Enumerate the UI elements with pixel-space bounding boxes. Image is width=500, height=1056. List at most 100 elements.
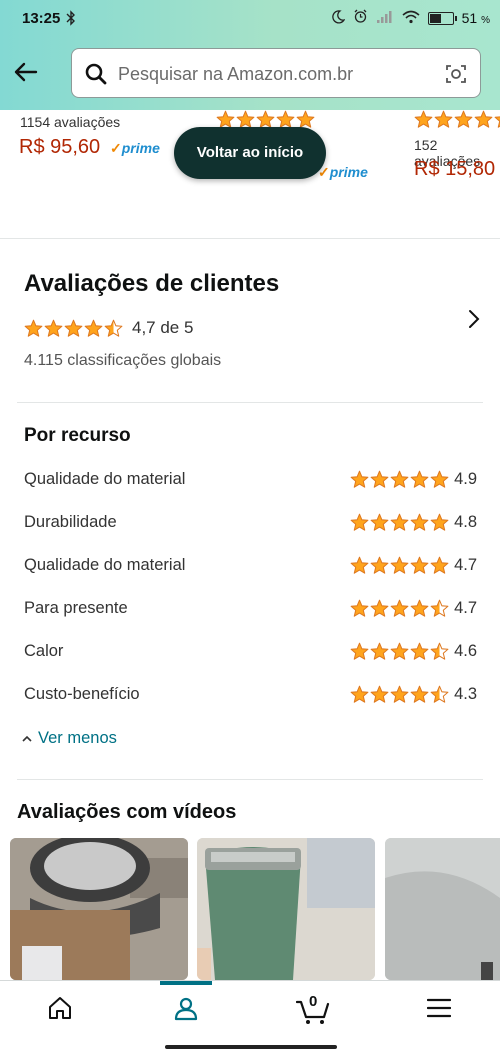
star-icon <box>414 110 433 129</box>
star-icon <box>410 642 429 661</box>
star-icon <box>410 556 429 575</box>
back-arrow-icon[interactable] <box>12 58 40 86</box>
gesture-bar <box>165 1045 337 1049</box>
star-icon <box>430 513 449 532</box>
divider <box>17 779 483 780</box>
cart-count: 0 <box>309 993 318 1010</box>
star-icon <box>430 599 449 618</box>
star-icon <box>370 642 389 661</box>
star-icon <box>104 319 123 338</box>
camera-icon[interactable] <box>444 62 468 91</box>
alarm-icon <box>353 9 368 27</box>
star-icon <box>434 110 453 129</box>
star-icon <box>350 599 369 618</box>
overall-rating[interactable]: 4,7 de 5 <box>24 318 193 338</box>
reviews-title: Avaliações de clientes <box>24 270 280 297</box>
star-icon <box>350 470 369 489</box>
wifi-icon <box>402 10 420 27</box>
battery-icon <box>427 11 457 25</box>
moon-icon <box>331 9 346 27</box>
star-icon <box>390 470 409 489</box>
star-icon <box>350 513 369 532</box>
feature-stars <box>350 513 450 532</box>
feature-stars <box>350 642 450 661</box>
prime-badge: ✓prime <box>110 140 160 156</box>
star-icon <box>390 513 409 532</box>
feature-value: 4.7 <box>454 556 477 574</box>
star-icon <box>390 599 409 618</box>
see-less-label: Ver menos <box>38 729 117 747</box>
global-ratings-count: 4.115 classificações globais <box>24 352 222 369</box>
feature-value: 4.6 <box>454 642 477 660</box>
nav-home[interactable] <box>20 981 100 1039</box>
star-icon <box>430 470 449 489</box>
video-thumbnail[interactable] <box>385 838 500 980</box>
feature-row: Calor 4.6 <box>24 638 480 668</box>
by-feature-title: Por recurso <box>24 425 131 446</box>
battery-percent: 51 % <box>461 10 490 26</box>
status-bar: 13:25 51 % <box>0 0 500 38</box>
feature-name: Qualidade do material <box>24 470 186 488</box>
cart-icon: 0 <box>295 993 330 1025</box>
feature-name: Para presente <box>24 599 128 617</box>
star-icon <box>370 685 389 704</box>
prime-badge: ✓prime <box>318 164 368 180</box>
bluetooth-icon <box>66 10 76 30</box>
star-icon <box>494 110 500 129</box>
nav-account[interactable] <box>146 981 226 1039</box>
product-stars <box>414 110 500 129</box>
feature-name: Qualidade do material <box>24 556 186 574</box>
search-input[interactable] <box>116 59 440 89</box>
feature-row: Para presente 4.7 <box>24 595 480 625</box>
star-icon <box>370 470 389 489</box>
video-thumbnail[interactable] <box>10 838 188 980</box>
star-icon <box>430 556 449 575</box>
star-icon <box>390 642 409 661</box>
chevron-up-icon <box>22 729 32 748</box>
product-price[interactable]: R$ 95,60 <box>19 136 100 159</box>
feature-name: Calor <box>24 642 64 660</box>
star-icon <box>370 599 389 618</box>
feature-value: 4.3 <box>454 685 477 703</box>
star-icon <box>370 513 389 532</box>
status-time: 13:25 <box>22 10 61 27</box>
status-icons: 51 % <box>331 9 490 27</box>
divider <box>17 402 483 403</box>
home-icon <box>47 995 73 1026</box>
rating-text: 4,7 de 5 <box>132 318 194 337</box>
chevron-right-icon[interactable] <box>466 309 482 334</box>
video-thumbnail[interactable] <box>197 838 375 980</box>
back-to-top-button[interactable]: Voltar ao início <box>174 127 326 179</box>
video-reviews-title: Avaliações com vídeos <box>17 801 237 823</box>
star-icon <box>410 470 429 489</box>
rating-stars <box>24 319 124 338</box>
star-icon <box>350 556 369 575</box>
feature-stars <box>350 556 450 575</box>
star-icon <box>24 319 43 338</box>
feature-row: Custo-benefício 4.3 <box>24 681 480 711</box>
account-icon <box>173 995 199 1026</box>
search-bar[interactable] <box>71 48 481 98</box>
feature-name: Custo-benefício <box>24 685 140 703</box>
search-icon[interactable] <box>84 62 108 91</box>
star-icon <box>44 319 63 338</box>
star-icon <box>350 685 369 704</box>
star-icon <box>430 685 449 704</box>
star-icon <box>410 685 429 704</box>
feature-stars <box>350 599 450 618</box>
menu-icon <box>426 998 452 1023</box>
see-less-link[interactable]: Ver menos <box>22 729 117 748</box>
feature-value: 4.9 <box>454 470 477 488</box>
feature-value: 4.7 <box>454 599 477 617</box>
star-icon <box>350 642 369 661</box>
star-icon <box>390 556 409 575</box>
nav-cart[interactable]: 0 <box>273 981 353 1039</box>
app-header: 13:25 51 % <box>0 0 500 110</box>
feature-row: Durabilidade 4.8 <box>24 509 480 539</box>
feature-stars <box>350 685 450 704</box>
feature-row: Qualidade do material 4.9 <box>24 466 480 496</box>
bottom-navigation: 0 <box>0 980 500 1041</box>
feature-row: Qualidade do material 4.7 <box>24 552 480 582</box>
product-price[interactable]: R$ 15,80 <box>414 158 495 181</box>
nav-menu[interactable] <box>399 981 479 1039</box>
